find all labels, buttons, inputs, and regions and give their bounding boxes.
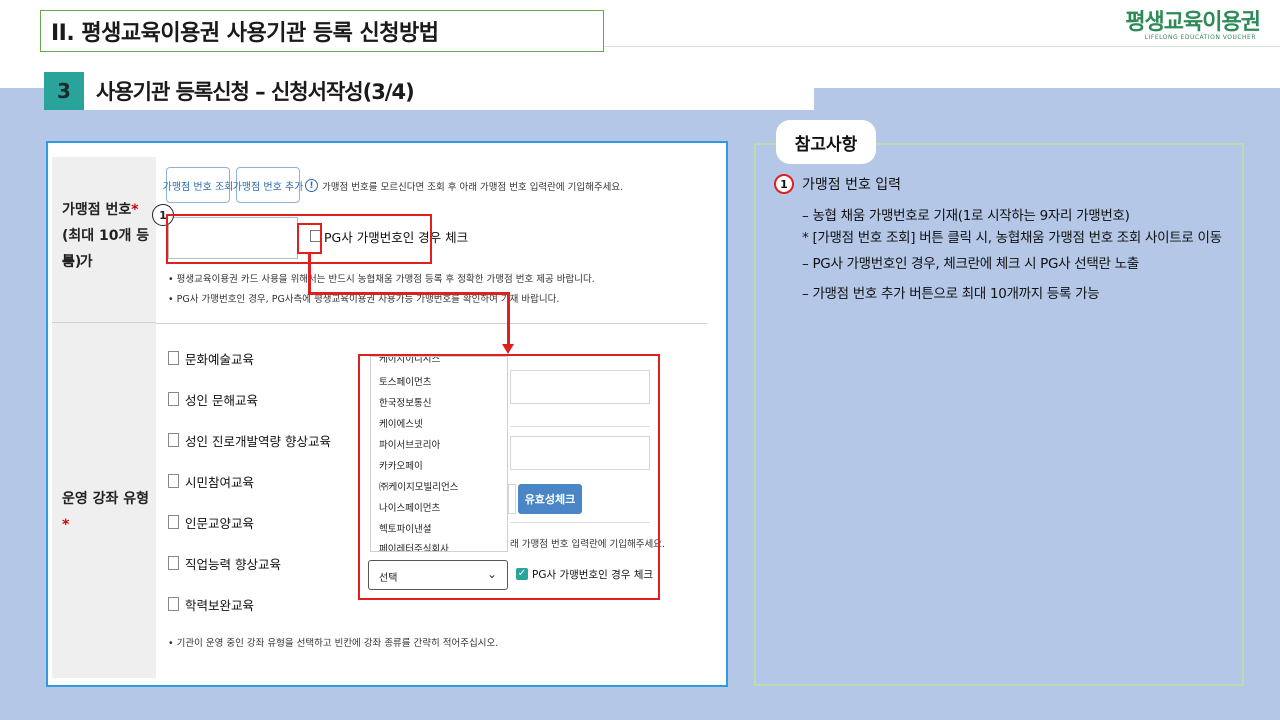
arrow-line-across (308, 292, 510, 295)
reference-panel (754, 143, 1244, 686)
section-number: 3 (44, 72, 84, 110)
merchant-label: 가맹점 번호* (62, 202, 139, 218)
course-checkbox[interactable] (168, 433, 179, 447)
course-note: • 기관이 운영 중인 강좌 유형을 선택하고 빈칸에 강좌 종류를 간략히 적… (168, 638, 499, 649)
merchant-label-limit-cont: 능) (62, 254, 82, 270)
course-checkbox[interactable] (168, 515, 179, 529)
course-option[interactable]: 성인 문해교육 (168, 389, 258, 409)
merchant-label-cell: 가맹점 번호* (최대 10개 등록 가 능) (52, 157, 156, 323)
merchant-lookup-button[interactable]: 가맹점 번호 조회 (163, 167, 233, 203)
logo-subtext: LIFELONG EDUCATION VOUCHER (1144, 34, 1256, 41)
course-option[interactable]: 성인 진로개발역량 향상교육 (168, 430, 331, 450)
reference-heading: 가맹점 번호 입력 (802, 177, 902, 193)
info-icon: ! (305, 179, 318, 192)
course-option[interactable]: 인문교양교육 (168, 512, 254, 532)
course-label: 운영 강좌 유형* (62, 491, 150, 533)
header-divider (604, 46, 1280, 47)
course-option[interactable]: 시민참여교육 (168, 471, 254, 491)
reference-line: – 농협 채움 가맹번호로 기재(1로 시작하는 9자리 가맹번호) (802, 208, 1130, 224)
brand-logo: 평생교육이용권 LIFELONG EDUCATION VOUCHER (1110, 4, 1261, 46)
row-divider (156, 323, 707, 324)
course-checkbox[interactable] (168, 597, 179, 611)
merchant-note-1: • 평생교육이용권 카드 사용을 위해서는 반드시 농협채움 가맹점 등록 후 … (168, 274, 595, 285)
course-checkbox[interactable] (168, 351, 179, 365)
reference-line: – PG사 가맹번호인 경우, 체크란에 체크 시 PG사 선택란 노출 (802, 256, 1139, 272)
course-option[interactable]: 직업능력 향상교육 (168, 553, 281, 573)
course-checkbox[interactable] (168, 556, 179, 570)
highlight-pg-popup (358, 354, 660, 600)
arrow-line-down (308, 254, 311, 294)
slide-title: II. 평생교육이용권 사용기관 등록 신청방법 (51, 21, 439, 46)
reference-line: * [가맹점 번호 조회] 버튼 클릭 시, 농협채움 가맹점 번호 조회 사이… (802, 230, 1222, 246)
reference-number: 1 (774, 174, 794, 194)
arrow-line-down-2 (507, 292, 510, 346)
reference-badge: 참고사항 (776, 120, 876, 164)
arrow-head (502, 344, 514, 354)
slide-title-box: II. 평생교육이용권 사용기관 등록 신청방법 (40, 10, 604, 52)
course-checkbox[interactable] (168, 474, 179, 488)
course-checkbox[interactable] (168, 392, 179, 406)
merchant-add-button[interactable]: 가맹점 번호 추가 (233, 167, 303, 203)
reference-line: – 가맹점 번호 추가 버튼으로 최대 10개까지 등록 가능 (802, 286, 1100, 302)
section-title: 사용기관 등록신청 – 신청서작성(3/4) (96, 80, 415, 104)
highlight-pg-checkbox (297, 223, 322, 254)
course-option[interactable]: 학력보완교육 (168, 594, 254, 614)
course-label-cell: 운영 강좌 유형* (52, 323, 156, 678)
course-option[interactable]: 문화예술교육 (168, 348, 254, 368)
logo-text: 평생교육이용권 (1125, 10, 1261, 35)
merchant-info-text: 가맹점 번호를 모르신다면 조회 후 아래 가맹점 번호 입력란에 기입해주세요… (322, 182, 624, 193)
